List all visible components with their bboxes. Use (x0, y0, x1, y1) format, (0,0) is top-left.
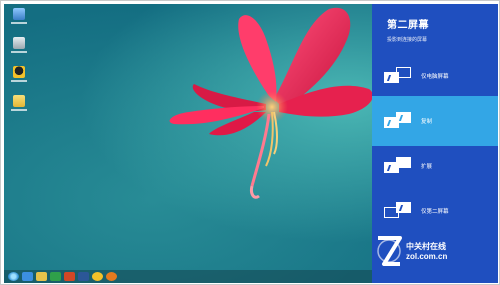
display-mark (398, 115, 410, 121)
start-icon[interactable] (8, 272, 19, 281)
zol-brand: 中关村在线 (406, 242, 446, 251)
second-only-monitors-icon (384, 202, 414, 220)
icon-caption (11, 80, 27, 82)
option-extend[interactable]: 扩展 (372, 141, 498, 191)
monitor-secondary (396, 202, 411, 213)
option-label: 扩展 (421, 164, 433, 170)
internet-explorer-icon[interactable] (22, 272, 33, 281)
computer-icon[interactable] (8, 8, 30, 32)
duplicate-monitors-icon (384, 112, 414, 130)
app-icon[interactable] (8, 95, 30, 119)
option-duplicate[interactable]: 复制 (372, 96, 498, 146)
extend-monitors-icon (384, 157, 414, 175)
icon-caption (11, 109, 27, 111)
store-icon[interactable] (50, 272, 61, 281)
word-icon[interactable] (78, 272, 89, 281)
option-label: 仅电脑屏幕 (421, 74, 449, 80)
option-pc-only[interactable]: 仅电脑屏幕 (372, 51, 498, 101)
zol-url: zol.com.cn (406, 252, 448, 261)
qq-icon[interactable] (8, 66, 30, 90)
folder-icon[interactable] (36, 272, 47, 281)
qq-taskbar-icon[interactable] (92, 272, 103, 281)
firefox-icon[interactable] (106, 272, 117, 281)
wallpaper-flower (169, 7, 373, 199)
zol-logo-icon (377, 236, 402, 266)
recycle-bin-glyph (13, 37, 25, 49)
qq-glyph (13, 66, 25, 78)
icon-caption (11, 22, 27, 24)
option-label: 复制 (421, 119, 433, 125)
display-mark (398, 205, 410, 211)
icon-caption (11, 51, 27, 53)
option-label: 仅第二屏幕 (421, 209, 449, 215)
monitor-secondary (396, 112, 411, 123)
app-glyph (13, 95, 25, 107)
computer-glyph (13, 8, 25, 20)
photo-frame: 第二屏幕 投影到连接的屏幕 仅电脑屏幕 复制 扩展 仅第二屏幕 中关村在线 zo… (0, 0, 500, 285)
panel-subtitle: 投影到连接的屏幕 (387, 37, 428, 43)
monitor-secondary (396, 157, 411, 168)
panel-title: 第二屏幕 (387, 20, 429, 31)
powerpoint-icon[interactable] (64, 272, 75, 281)
recycle-bin-icon[interactable] (8, 37, 30, 61)
second-screen-panel: 第二屏幕 投影到连接的屏幕 仅电脑屏幕 复制 扩展 仅第二屏幕 中关村在线 zo… (372, 4, 498, 283)
option-second-only[interactable]: 仅第二屏幕 (372, 186, 498, 236)
pc-only-monitors-icon (384, 67, 414, 85)
desktop-icons (8, 8, 30, 124)
zol-watermark: 中关村在线 zol.com.cn (376, 231, 494, 271)
zol-text: 中关村在线 zol.com.cn (406, 241, 447, 261)
monitor-secondary (396, 67, 411, 78)
desktop-screen: 第二屏幕 投影到连接的屏幕 仅电脑屏幕 复制 扩展 仅第二屏幕 中关村在线 zo… (4, 4, 498, 283)
